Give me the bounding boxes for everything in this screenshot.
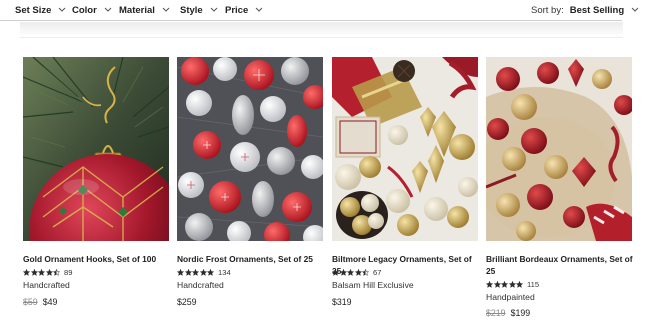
product-rating: 115 xyxy=(486,279,539,289)
review-count: 89 xyxy=(64,267,73,277)
star-full-icon xyxy=(486,280,493,288)
star-full-icon xyxy=(508,280,516,288)
filter-label: Material xyxy=(119,4,155,16)
original-price: $219 xyxy=(486,308,506,318)
product-name[interactable]: Gold Ornament Hooks, Set of 100 xyxy=(23,253,171,265)
applied-filters-strip xyxy=(20,22,623,38)
product-image[interactable] xyxy=(23,57,169,241)
review-count: 115 xyxy=(527,279,540,289)
product-tag: Handcrafted xyxy=(177,280,224,290)
product-image[interactable] xyxy=(486,57,632,241)
sort-label: Sort by: xyxy=(531,4,564,16)
product-price: $259 xyxy=(177,297,197,307)
chevron-down-icon xyxy=(103,6,113,14)
product-card[interactable]: Biltmore Legacy Ornaments, Set of 35 67 … xyxy=(332,57,480,307)
product-card[interactable]: Brilliant Bordeaux Ornaments, Set of 25 … xyxy=(486,57,634,318)
product-name[interactable]: Nordic Frost Ornaments, Set of 25 xyxy=(177,253,325,265)
filter-style[interactable]: Style xyxy=(180,3,219,17)
star-full-icon xyxy=(23,268,30,276)
star-full-icon xyxy=(207,268,214,276)
star-full-icon xyxy=(354,268,362,276)
sale-price: $319 xyxy=(332,297,352,307)
review-count: 67 xyxy=(373,267,382,277)
filter-label: Color xyxy=(72,4,97,16)
filter-label: Price xyxy=(225,4,249,16)
product-tag: Balsam Hill Exclusive xyxy=(332,280,414,290)
star-full-icon xyxy=(501,280,508,288)
review-count: 134 xyxy=(218,267,231,277)
star-full-icon xyxy=(493,280,501,288)
original-price: $59 xyxy=(23,297,38,307)
filter-material[interactable]: Material xyxy=(119,3,171,17)
filter-divider xyxy=(0,20,622,21)
star-rating xyxy=(332,268,369,276)
product-image[interactable] xyxy=(177,57,323,241)
chevron-down-icon xyxy=(57,6,67,14)
sale-price: $49 xyxy=(42,297,58,307)
star-full-icon xyxy=(177,268,184,276)
sale-price: $199 xyxy=(510,308,531,318)
star-full-icon xyxy=(516,280,523,288)
star-full-icon xyxy=(45,268,53,276)
star-full-icon xyxy=(30,268,38,276)
filter-color[interactable]: Color xyxy=(72,3,113,17)
filter-bar: Set Size Color Material Style Price Sort… xyxy=(0,0,651,20)
product-price: $319 xyxy=(332,297,352,307)
star-full-icon xyxy=(332,268,339,276)
star-rating xyxy=(23,268,60,276)
sort-dropdown[interactable]: Sort by: Best Selling xyxy=(531,3,639,17)
filter-label: Style xyxy=(180,4,203,16)
product-price: $219 $199 xyxy=(486,308,530,318)
product-rating: 67 xyxy=(332,267,381,277)
product-tag: Handcrafted xyxy=(23,280,70,290)
star-full-icon xyxy=(192,268,199,276)
product-price: $59 $49 xyxy=(23,297,57,307)
product-image[interactable] xyxy=(332,57,478,241)
filter-price[interactable]: Price xyxy=(225,3,264,17)
filter-set-size[interactable]: Set Size xyxy=(15,3,67,17)
product-rating: 134 xyxy=(177,267,231,277)
star-full-icon xyxy=(184,268,192,276)
star-half-icon xyxy=(53,268,60,276)
filter-label: Set Size xyxy=(15,4,52,16)
chevron-down-icon xyxy=(254,6,264,14)
sort-value: Best Selling xyxy=(569,4,625,16)
sale-price: $259 xyxy=(177,297,197,307)
product-tag: Handpainted xyxy=(486,292,535,302)
star-full-icon xyxy=(38,268,45,276)
chevron-down-icon xyxy=(161,6,171,14)
star-full-icon xyxy=(339,268,347,276)
star-full-icon xyxy=(199,268,207,276)
star-half-icon xyxy=(362,268,369,276)
star-rating xyxy=(177,268,214,276)
product-rating: 89 xyxy=(23,267,72,277)
product-name[interactable]: Brilliant Bordeaux Ornaments, Set of 25 xyxy=(486,253,634,277)
chevron-down-icon xyxy=(630,6,640,14)
star-full-icon xyxy=(347,268,354,276)
product-card[interactable]: Nordic Frost Ornaments, Set of 25 134 Ha… xyxy=(177,57,325,307)
chevron-down-icon xyxy=(209,6,219,14)
product-card[interactable]: Gold Ornament Hooks, Set of 100 89 Handc… xyxy=(23,57,171,307)
star-rating xyxy=(486,280,523,288)
